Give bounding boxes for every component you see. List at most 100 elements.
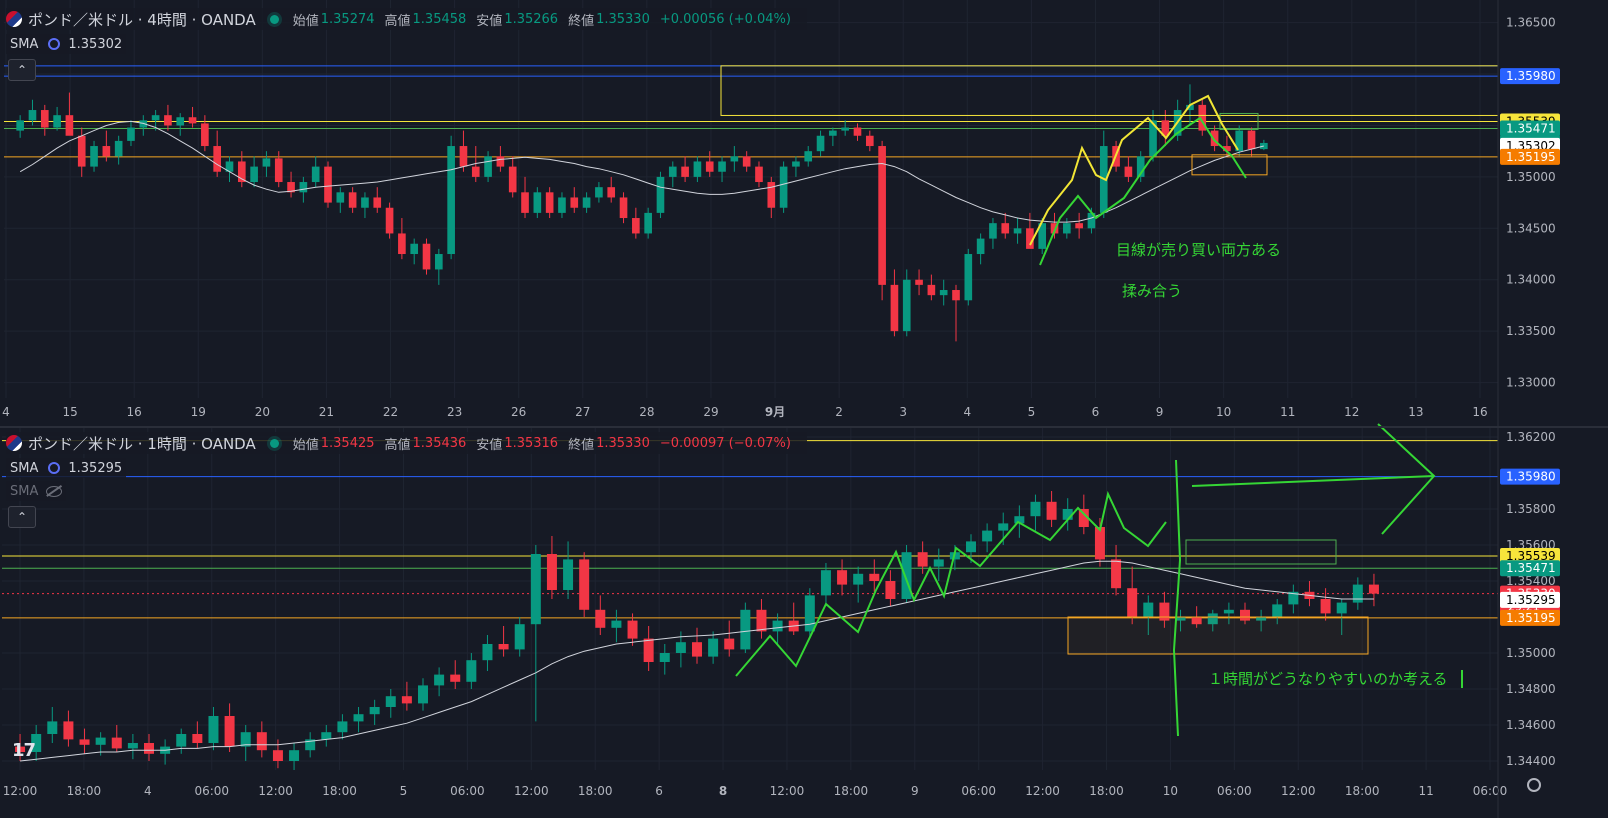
candle-body [256,732,267,751]
y-tick-label: 1.33500 [1506,324,1556,338]
bottom-collapse-button[interactable]: ⌃ [8,506,36,528]
candle-body [976,238,985,255]
candle-body [619,197,628,219]
x-tick-label: 15 [62,405,77,419]
candle-body [885,581,896,599]
candle-body [208,716,219,743]
candle-body [853,573,864,585]
candle-body [989,223,997,239]
candle-body [471,166,480,177]
x-tick-label: 26 [511,405,526,419]
candle-body [466,660,477,682]
candle-body [570,197,579,208]
candle-body [643,638,654,662]
bottom-sma2-legend[interactable]: SMA [6,481,67,501]
x-tick-label: 19 [191,405,206,419]
top-collapse-button[interactable]: ⌃ [8,59,36,81]
candle-body [927,284,936,296]
chart-canvas[interactable]: 1.365001.360001.355001.350001.345001.340… [0,0,1608,818]
candle-body [353,714,364,722]
candle-body [498,644,509,650]
candle-body [410,243,419,255]
candle-body [176,734,187,747]
candle-body [289,750,300,761]
candle-body [521,192,529,213]
x-tick-label: 5 [400,784,408,798]
price-tag-label: 1.35295 [1506,593,1556,607]
candle-body [607,187,616,198]
candle-body [668,166,677,177]
price-tag-label: 1.35471 [1506,121,1556,135]
y-tick-label: 1.35000 [1506,170,1556,184]
price-tag-label: 1.35195 [1506,611,1556,625]
x-tick-label: 20 [255,405,270,419]
candle-body [40,110,49,128]
candle-body [324,166,332,203]
candle-body [755,166,763,183]
candle-body [939,290,948,296]
x-tick-label: 22 [383,405,398,419]
candle-body [1143,602,1154,617]
gear-icon[interactable] [1527,778,1541,792]
candle-body [582,197,591,208]
candle-body [579,559,590,610]
candle-body [114,140,123,157]
sma-settings-icon[interactable] [48,462,61,474]
x-tick-label: 28 [639,405,654,419]
candle-body [496,156,505,167]
candle-body [361,197,369,208]
gbp-usd-flag-icon [6,435,22,451]
market-status-icon[interactable] [269,14,279,24]
price-tag-label: 1.35980 [1506,69,1556,83]
symbol-title[interactable]: ポンド／米ドル · 1時間 · OANDA [28,433,256,454]
candle-body [272,750,283,761]
candle-body [724,638,735,650]
low-label: 安値 [476,13,503,29]
symbol-title[interactable]: ポンド／米ドル · 4時間 · OANDA [28,9,256,30]
low-label: 安値 [476,437,503,453]
candle-body [337,721,348,733]
x-tick-label: 11 [1418,784,1433,798]
close-value: 1.35330 [596,435,650,451]
x-tick-label: 06:00 [1473,784,1508,798]
x-tick-label: 27 [575,405,590,419]
candle-body [966,541,976,553]
sma-settings-icon[interactable] [48,38,61,50]
open-label: 始値 [292,13,319,29]
candle-body [1247,130,1256,150]
candle-body [95,737,106,745]
candle-body [1223,609,1234,614]
x-tick-label: 4 [963,405,971,419]
candle-body [111,737,122,749]
price-tag-label: 1.35471 [1506,561,1556,575]
candle-body [756,609,767,632]
market-status-icon[interactable] [269,438,279,448]
gbp-usd-flag-icon [6,11,22,27]
sma-label: SMA [10,483,39,499]
candle-body [1046,501,1057,520]
candle-body [176,117,185,126]
bottom-sma-legend[interactable]: SMA 1.35295 [6,458,127,478]
candle-body [274,158,283,183]
top-sma-legend[interactable]: SMA 1.35302 [6,34,127,54]
candle-body [558,197,566,213]
x-tick-label: 12:00 [1281,784,1316,798]
candle-body [659,653,670,662]
candle-body [422,243,431,270]
x-tick-label: 11 [1280,405,1295,419]
candle-body [902,279,911,332]
candle-body [508,166,517,193]
candle-body [718,161,726,172]
x-tick-label: 10 [1216,405,1231,419]
candle-body [77,135,86,167]
candle-body [450,674,461,682]
candle-body [213,146,221,172]
x-tick-label: 13 [1408,405,1423,419]
hidden-eye-icon[interactable] [46,485,63,497]
x-tick-label: 4 [2,405,10,419]
tradingview-logo[interactable]: 17 [12,740,36,761]
top-legend: ポンド／米ドル · 4時間 · OANDA 始値 1.35274 高値 1.3545… [6,8,807,30]
candle-body [348,192,357,208]
x-tick-label: 12 [1344,405,1359,419]
candle-body [998,523,1009,531]
